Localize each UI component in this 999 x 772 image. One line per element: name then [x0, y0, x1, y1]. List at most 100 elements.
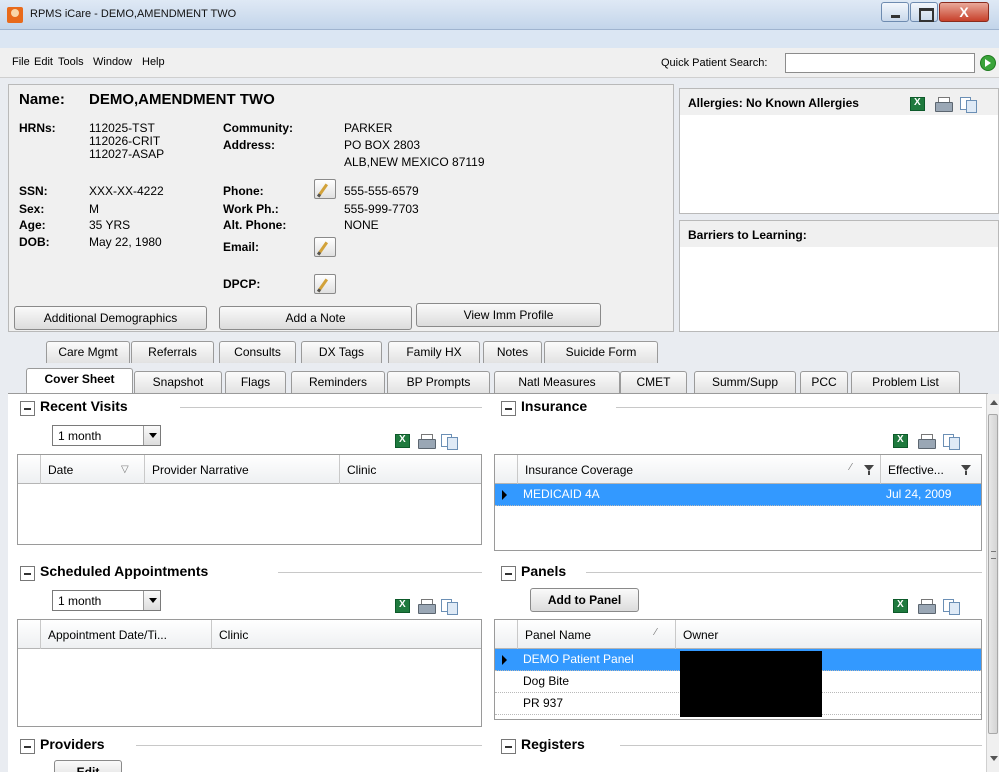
col-insurance-coverage[interactable]: Insurance Coverage ⁄	[518, 455, 881, 484]
col-panel-name[interactable]: Panel Name ⁄	[518, 620, 676, 649]
menu-help[interactable]: Help	[142, 56, 165, 68]
edit-dpcp-pencil-icon[interactable]	[314, 274, 336, 294]
quick-search-input[interactable]	[785, 53, 975, 73]
dob-value: May 22, 1980	[89, 235, 162, 249]
print-icon[interactable]	[918, 434, 936, 449]
menu-edit[interactable]: Edit	[34, 56, 53, 68]
tab-summ-supp[interactable]: Summ/Supp	[694, 371, 796, 393]
insurance-title: Insurance	[521, 398, 588, 414]
insurance-coverage-cell: MEDICAID 4A	[523, 487, 600, 501]
print-icon[interactable]	[918, 599, 936, 614]
col-date-label: Date	[48, 463, 74, 477]
excel-icon[interactable]	[395, 434, 410, 448]
excel-icon[interactable]	[893, 599, 908, 613]
copy-icon[interactable]	[441, 599, 458, 615]
print-icon[interactable]	[418, 434, 436, 449]
copy-icon[interactable]	[441, 434, 458, 450]
tab-cover-sheet[interactable]: Cover Sheet	[26, 368, 133, 393]
community-label: Community:	[223, 121, 293, 135]
vertical-scrollbar[interactable]	[986, 394, 999, 772]
tab-consults[interactable]: Consults	[219, 341, 296, 363]
panels-collapse-icon[interactable]	[501, 566, 516, 581]
insurance-effective-cell: Jul 24, 2009	[886, 487, 952, 501]
scroll-down-icon[interactable]	[990, 756, 998, 761]
recent-visits-range-select[interactable]: 1 month	[52, 425, 161, 446]
tab-natl-measures[interactable]: Natl Measures	[494, 371, 620, 393]
print-icon[interactable]	[935, 97, 953, 112]
owner-redaction	[680, 651, 822, 717]
chevron-down-icon[interactable]	[143, 591, 160, 610]
tab-snapshot[interactable]: Snapshot	[134, 371, 222, 393]
add-to-panel-button[interactable]: Add to Panel	[530, 588, 639, 612]
tab-reminders[interactable]: Reminders	[291, 371, 385, 393]
col-clinic[interactable]: Clinic	[340, 455, 481, 484]
insurance-collapse-icon[interactable]	[501, 401, 516, 416]
providers-rule	[136, 745, 482, 746]
copy-icon[interactable]	[960, 97, 977, 113]
excel-icon[interactable]	[910, 97, 925, 111]
menu-file[interactable]: File	[12, 56, 30, 68]
scheduled-collapse-icon[interactable]	[20, 566, 35, 581]
filter-icon[interactable]	[961, 465, 971, 475]
sort-icon: ▽	[121, 464, 129, 475]
scroll-thumb[interactable]	[988, 414, 998, 734]
edit-phone-pencil-icon[interactable]	[314, 179, 336, 199]
providers-collapse-icon[interactable]	[20, 739, 35, 754]
tab-care-mgmt[interactable]: Care Mgmt	[46, 341, 130, 363]
recent-visits-collapse-icon[interactable]	[20, 401, 35, 416]
tab-referrals[interactable]: Referrals	[131, 341, 214, 363]
add-note-button[interactable]: Add a Note	[219, 306, 412, 330]
col-appointment-date[interactable]: Appointment Date/Ti...	[41, 620, 212, 649]
ssn-label: SSN:	[19, 184, 48, 198]
recent-visits-header: Date ▽ Provider Narrative Clinic	[18, 455, 481, 484]
col-effective-label: Effective...	[888, 463, 944, 477]
col-provider-narrative[interactable]: Provider Narrative	[145, 455, 340, 484]
sort-icon: ⁄	[850, 462, 852, 473]
tab-problem-list[interactable]: Problem List	[851, 371, 960, 393]
tab-dx-tags[interactable]: DX Tags	[301, 341, 382, 363]
hrn-1: 112025-TST	[89, 121, 155, 135]
excel-icon[interactable]	[395, 599, 410, 613]
row-pointer-icon	[502, 490, 507, 500]
menu-tools[interactable]: Tools	[58, 56, 84, 68]
edit-email-pencil-icon[interactable]	[314, 237, 336, 257]
col-owner[interactable]: Owner	[676, 620, 981, 649]
registers-collapse-icon[interactable]	[501, 739, 516, 754]
go-arrow-icon[interactable]	[980, 55, 996, 71]
phone-value: 555-555-6579	[344, 184, 419, 198]
tab-pcc[interactable]: PCC	[800, 371, 848, 393]
view-imm-profile-button[interactable]: View Imm Profile	[416, 303, 601, 327]
print-icon[interactable]	[418, 599, 436, 614]
tab-bp-prompts[interactable]: BP Prompts	[387, 371, 490, 393]
address-label: Address:	[223, 138, 276, 152]
tab-flags[interactable]: Flags	[225, 371, 286, 393]
close-button[interactable]: X	[939, 2, 989, 22]
excel-icon[interactable]	[893, 434, 908, 448]
row-header-col	[18, 620, 41, 649]
patient-header: Name: DEMO,AMENDMENT TWO HRNs: 112025-TS…	[8, 84, 674, 332]
menu-window[interactable]: Window	[93, 56, 132, 68]
chevron-down-icon[interactable]	[143, 426, 160, 445]
minimize-button[interactable]	[881, 2, 909, 22]
scroll-up-icon[interactable]	[990, 400, 998, 405]
tab-cmet[interactable]: CMET	[620, 371, 687, 393]
row-header-col	[495, 620, 518, 649]
col-date[interactable]: Date ▽	[41, 455, 145, 484]
scheduled-range-select[interactable]: 1 month	[52, 590, 161, 611]
col-clinic[interactable]: Clinic	[212, 620, 481, 649]
col-effective[interactable]: Effective...	[881, 455, 981, 484]
providers-edit-button[interactable]: Edit	[54, 760, 122, 772]
table-row[interactable]: MEDICAID 4A Jul 24, 2009	[495, 484, 981, 506]
tab-notes[interactable]: Notes	[483, 341, 542, 363]
copy-icon[interactable]	[943, 434, 960, 450]
email-label: Email:	[223, 240, 260, 254]
altphone-value: NONE	[344, 218, 379, 232]
maximize-button[interactable]	[910, 2, 938, 22]
tab-family-hx[interactable]: Family HX	[388, 341, 480, 363]
filter-icon[interactable]	[864, 465, 874, 475]
cover-sheet-content: Recent Visits 1 month Date ▽ Provider Nar…	[8, 394, 986, 772]
additional-demographics-button[interactable]: Additional Demographics	[14, 306, 207, 330]
scheduled-header: Appointment Date/Ti... Clinic	[18, 620, 481, 649]
tab-suicide-form[interactable]: Suicide Form	[544, 341, 658, 363]
copy-icon[interactable]	[943, 599, 960, 615]
